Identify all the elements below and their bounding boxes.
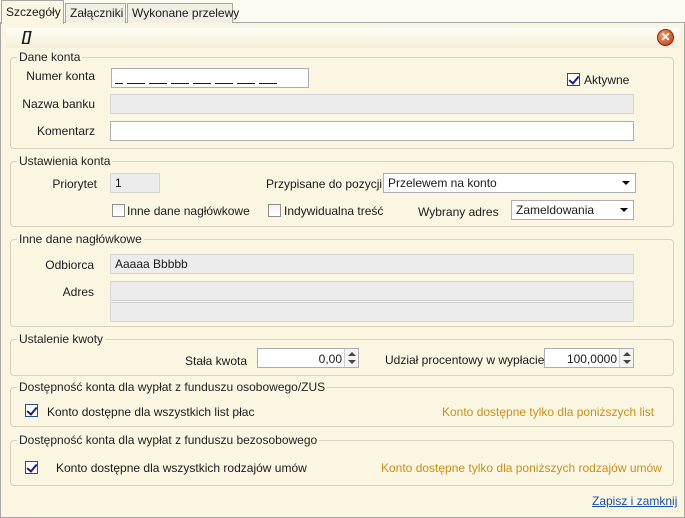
numer-konta-label: Numer konta	[26, 69, 95, 83]
indywidualna-checkbox[interactable]	[268, 204, 281, 217]
udzial-stepper[interactable]: 100,0000	[544, 348, 634, 368]
arrow-up-icon[interactable]	[623, 352, 631, 356]
inne-dane-checkbox[interactable]	[112, 204, 125, 217]
stala-kwota-value: 0,00	[318, 352, 342, 366]
legend-fundusz-osobowy: Dostępność konta dla wypłat z funduszu o…	[17, 380, 328, 394]
udzial-label: Udział procentowy w wypłacie	[385, 353, 545, 367]
nazwa-banku-label: Nazwa banku	[22, 97, 95, 111]
przypisane-label: Przypisane do pozycji	[266, 177, 383, 191]
odbiorca-label: Odbiorca	[45, 258, 94, 272]
przypisane-select[interactable]: Przelewem na konto	[383, 173, 636, 193]
priorytet-label: Priorytet	[52, 177, 97, 191]
legend-dane-konta: Dane konta	[17, 50, 83, 64]
przypisane-value: Przelewem na konto	[388, 176, 497, 190]
bezosobowy-only-label: Konto dostępne tylko dla poniższych rodz…	[381, 461, 662, 475]
spinner-buttons[interactable]	[344, 349, 358, 367]
wybrany-adres-label: Wybrany adres	[418, 205, 499, 219]
udzial-value: 100,0000	[566, 352, 617, 366]
legend-ustawienia-konta: Ustawienia konta	[17, 154, 113, 168]
legend-inne-dane: Inne dane nagłówkowe	[17, 232, 144, 246]
legend-ustalenie-kwoty: Ustalenie kwoty	[17, 332, 106, 346]
adres-label: Adres	[62, 285, 94, 299]
bezosobowy-all-checkbox[interactable]	[25, 461, 38, 474]
arrow-down-icon[interactable]	[623, 360, 631, 364]
header-bar	[6, 28, 679, 48]
odbiorca-field[interactable]: Aaaaa Bbbbb	[110, 254, 634, 274]
nazwa-banku-field[interactable]	[110, 94, 634, 114]
save-close-link[interactable]: Zapisz i zamknij	[592, 494, 677, 508]
adres-line2-field[interactable]	[110, 302, 634, 322]
komentarz-field[interactable]	[110, 121, 634, 141]
tab-szczegoly[interactable]: Szczegóły	[1, 0, 64, 24]
legend-fundusz-bezosobowy: Dostępność konta dla wypłat z funduszu b…	[17, 433, 320, 447]
aktywne-label: Aktywne	[584, 73, 630, 87]
adres-line1-field[interactable]	[110, 281, 634, 301]
stala-kwota-label: Stała kwota	[185, 354, 248, 368]
arrow-up-icon[interactable]	[348, 352, 356, 356]
tab-wykonane-przelewy[interactable]: Wykonane przelewy	[127, 3, 239, 23]
osobowy-all-checkbox[interactable]	[25, 404, 38, 417]
osobowy-all-label: Konto dostępne dla wszystkich list płac	[47, 405, 255, 419]
inne-dane-label: Inne dane nagłówkowe	[127, 204, 250, 218]
stala-kwota-stepper[interactable]: 0,00	[257, 348, 359, 368]
spinner-buttons[interactable]	[619, 349, 633, 367]
arrow-down-icon[interactable]	[348, 360, 356, 364]
priorytet-field[interactable]: 1	[110, 173, 160, 193]
wybrany-adres-select[interactable]: Zameldowania	[511, 200, 634, 220]
tab-zalaczniki[interactable]: Załączniki	[65, 3, 126, 23]
wybrany-adres-value: Zameldowania	[516, 203, 595, 217]
numer-konta-input[interactable]	[111, 68, 309, 88]
chevron-down-icon	[622, 181, 630, 185]
komentarz-label: Komentarz	[36, 124, 95, 138]
bezosobowy-all-label: Konto dostępne dla wszystkich rodzajów u…	[56, 461, 307, 475]
record-title: []	[22, 28, 32, 44]
aktywne-checkbox[interactable]	[567, 73, 580, 86]
osobowy-only-label: Konto dostępne tylko dla poniższych list	[442, 405, 655, 419]
close-icon[interactable]: ✕	[657, 29, 674, 46]
indywidualna-label: Indywidualna treść	[284, 204, 384, 218]
chevron-down-icon	[620, 208, 628, 212]
